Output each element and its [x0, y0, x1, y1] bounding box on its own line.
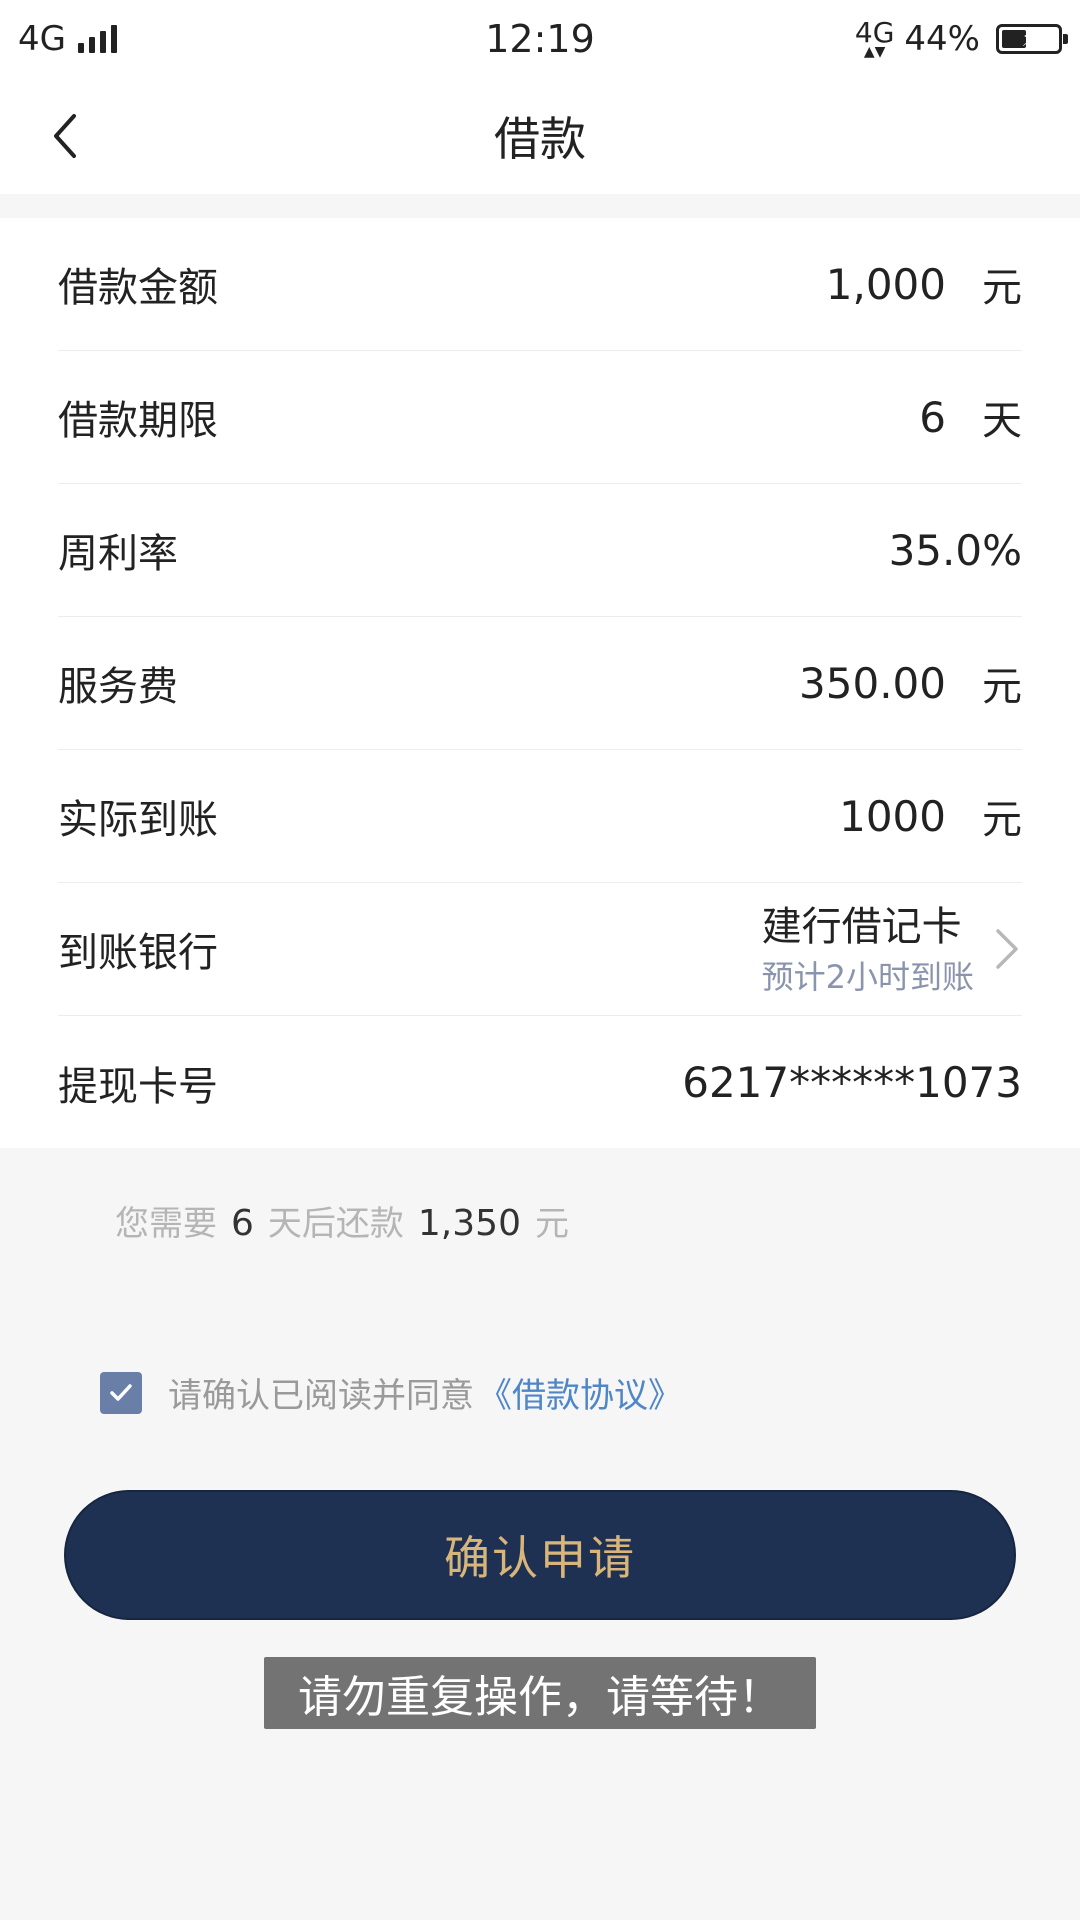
row-actual-received: 实际到账 1000 元 [58, 750, 1022, 883]
row-value: 1000 元 [839, 787, 1022, 845]
bank-name: 建行借记卡 [761, 904, 962, 950]
toast-message: 请勿重复操作，请等待！ [264, 1657, 816, 1729]
row-value: 350.00 元 [799, 654, 1022, 712]
bank-selector[interactable]: 建行借记卡 预计2小时到账 [762, 899, 1022, 999]
row-label: 服务费 [58, 664, 178, 710]
unit-label: 元 [982, 797, 1022, 843]
service-fee-value: 350.00 [799, 658, 946, 708]
agreement-row: 请确认已阅读并同意 《借款协议》 [100, 1368, 682, 1417]
summary-middle: 天后还款 [267, 1204, 404, 1244]
row-label: 到账银行 [58, 930, 218, 976]
arrival-estimate: 预计2小时到账 [761, 958, 974, 996]
battery-percent: 44% [904, 19, 980, 59]
page-title: 借款 [494, 112, 586, 166]
repayment-summary: 您需要 6 天后还款 1,350 元 [115, 1196, 569, 1245]
loan-term-value: 6 [919, 392, 946, 442]
row-weekly-rate: 周利率 35.0% [58, 484, 1022, 617]
status-bar: 4G 12:19 4G ▲▼ 44% ⚡ [0, 0, 1080, 78]
row-label: 周利率 [58, 531, 178, 577]
loan-amount-value: 1,000 [825, 259, 946, 309]
row-value: 6 天 [919, 388, 1022, 446]
row-label: 实际到账 [58, 797, 218, 843]
status-left: 4G [18, 19, 318, 59]
charging-icon: ⚡ [1021, 24, 1038, 52]
card-number-value: 6217******1073 [682, 1058, 1022, 1107]
summary-suffix: 元 [534, 1204, 569, 1244]
row-card-number: 提现卡号 6217******1073 [58, 1016, 1022, 1149]
row-label: 借款期限 [58, 398, 218, 444]
back-button[interactable] [40, 108, 96, 164]
loan-details-card: 借款金额 1,000 元 借款期限 6 天 周利率 35.0% 服务费 350.… [0, 218, 1080, 1148]
status-right: 4G ▲▼ 44% ⚡ [762, 16, 1068, 60]
row-label: 提现卡号 [58, 1063, 218, 1110]
unit-label: 元 [982, 265, 1022, 311]
row-service-fee: 服务费 350.00 元 [58, 617, 1022, 750]
bank-info: 建行借记卡 预计2小时到账 [762, 899, 974, 999]
row-receiving-bank[interactable]: 到账银行 建行借记卡 预计2小时到账 [58, 883, 1022, 1016]
summary-prefix: 您需要 [115, 1204, 217, 1244]
confirm-apply-button[interactable]: 确认申请 [64, 1490, 1016, 1620]
row-value: 1,000 元 [826, 255, 1022, 313]
network-label: 4G [18, 19, 66, 59]
actual-received-value: 1000 [839, 791, 946, 841]
unit-label: 元 [982, 664, 1022, 710]
nav-bar: 借款 [0, 78, 1080, 194]
summary-days: 6 [231, 1203, 254, 1244]
check-icon [110, 1383, 132, 1401]
row-loan-term: 借款期限 6 天 [58, 351, 1022, 484]
network-4g-icon: 4G ▲▼ [854, 16, 895, 60]
battery-icon: ⚡ [996, 24, 1068, 54]
status-time: 12:19 [485, 17, 595, 61]
summary-amount: 1,350 [417, 1203, 521, 1244]
row-loan-amount: 借款金额 1,000 元 [58, 218, 1022, 351]
signal-icon [77, 25, 117, 53]
loan-agreement-link[interactable]: 《借款协议》 [478, 1368, 682, 1417]
weekly-rate-value: 35.0% [888, 525, 1022, 575]
row-label: 借款金额 [58, 265, 218, 311]
chevron-left-icon [54, 114, 76, 158]
row-value: 35.0% [889, 526, 1022, 575]
unit-label: 天 [982, 398, 1022, 444]
agreement-checkbox[interactable] [100, 1371, 142, 1414]
row-value: 6217******1073 [682, 1058, 1022, 1107]
agreement-text: 请确认已阅读并同意 [168, 1376, 474, 1416]
chevron-right-icon [996, 929, 1018, 969]
